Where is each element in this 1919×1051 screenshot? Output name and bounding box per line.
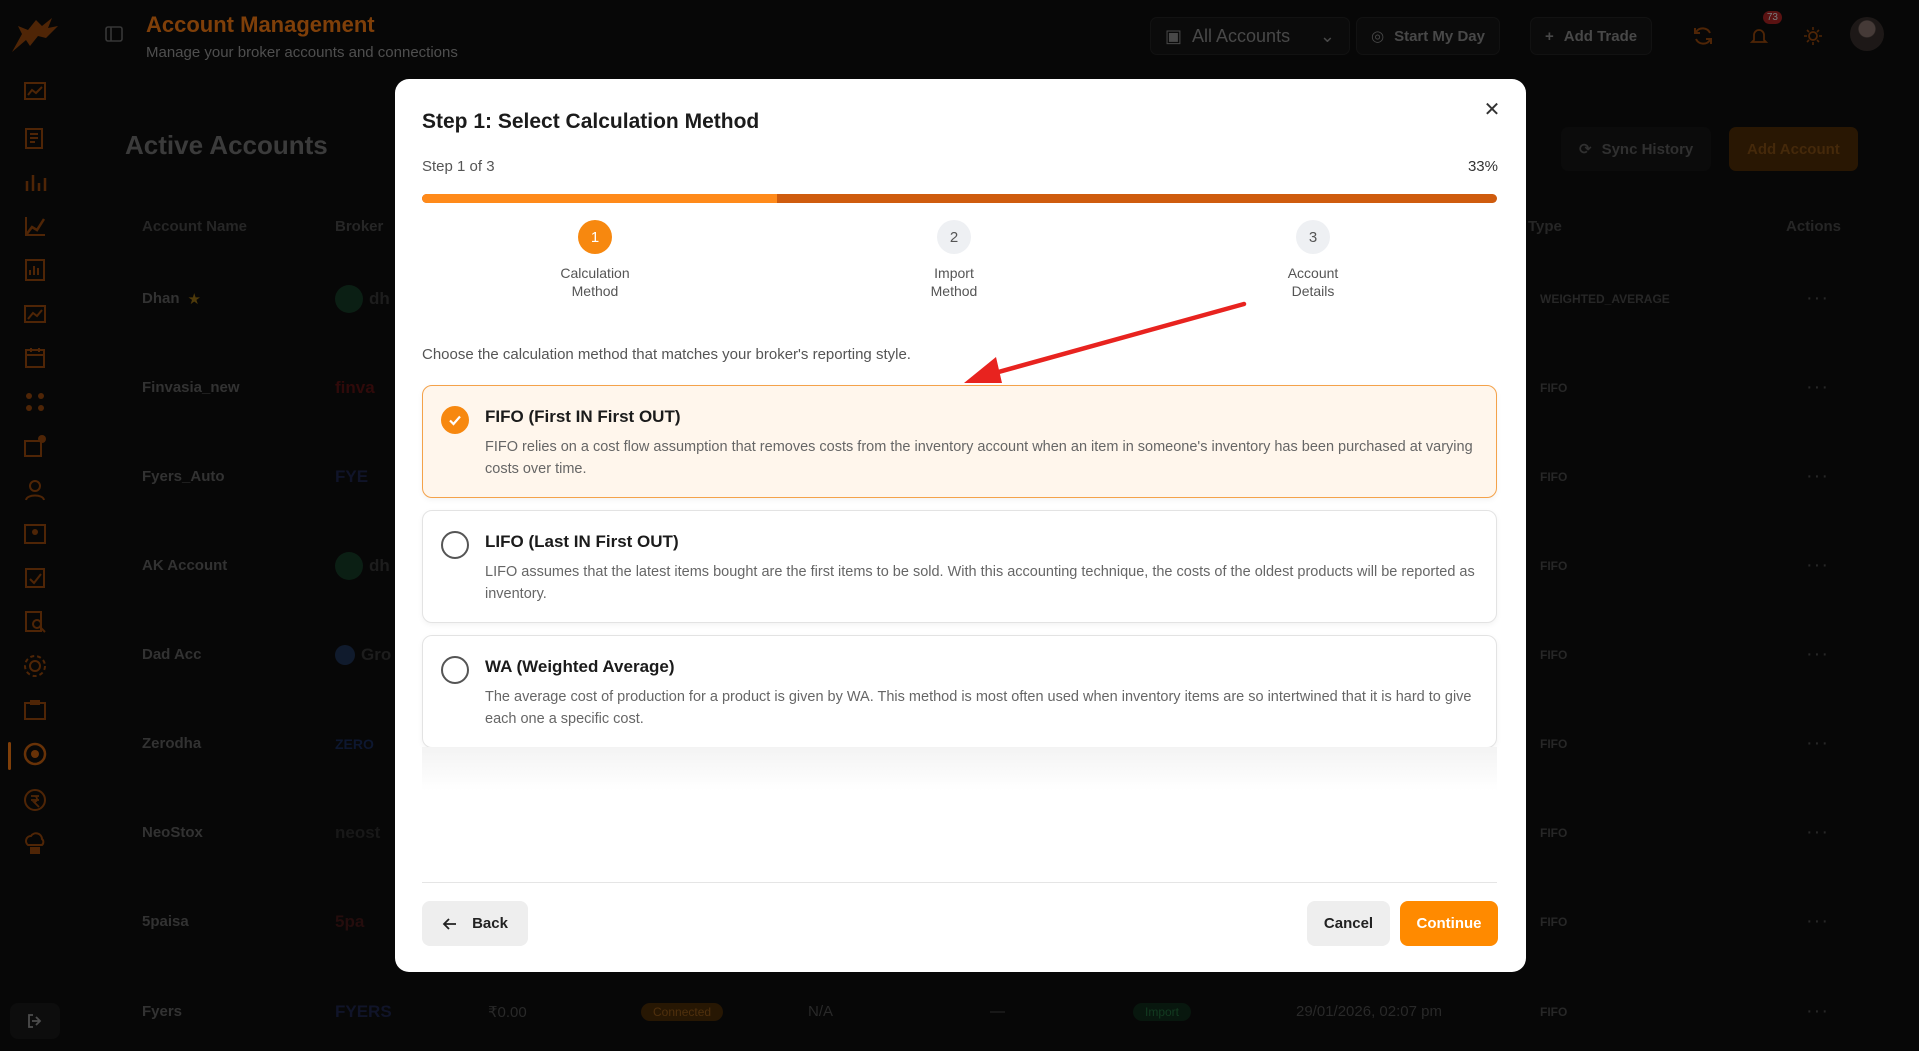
step-2: 2 Import Method xyxy=(884,220,1024,300)
continue-button[interactable]: Continue xyxy=(1400,901,1498,946)
option-description: The average cost of production for a pro… xyxy=(485,689,1472,727)
option-title: WA (Weighted Average) xyxy=(485,657,675,676)
option-title: FIFO (First IN First OUT) xyxy=(485,407,681,426)
option-weighted-average[interactable]: WA (Weighted Average) The average cost o… xyxy=(422,635,1497,748)
step-2-label: Import Method xyxy=(930,265,978,299)
progress-bar xyxy=(422,194,1497,203)
step-3: 3 Account Details xyxy=(1243,220,1383,300)
wa-radio[interactable] xyxy=(441,656,469,684)
progress-percent: 33% xyxy=(1467,158,1498,175)
step-2-number: 2 xyxy=(937,220,971,254)
progress-fill xyxy=(422,194,777,203)
cancel-button[interactable]: Cancel xyxy=(1307,901,1390,946)
footer-divider xyxy=(422,882,1497,883)
step-1-number: 1 xyxy=(578,220,612,254)
option-title: LIFO (Last IN First OUT) xyxy=(485,532,679,551)
arrow-left-icon xyxy=(442,917,457,930)
option-description: FIFO relies on a cost flow assumption th… xyxy=(485,439,1473,477)
step-1-label: Calculation Method xyxy=(560,265,630,299)
step-3-label: Account Details xyxy=(1287,265,1339,299)
close-icon: ✕ xyxy=(1483,98,1501,121)
scroll-fade xyxy=(422,747,1497,791)
step-3-number: 3 xyxy=(1296,220,1330,254)
fifo-radio[interactable] xyxy=(441,406,469,434)
step-1: 1 Calculation Method xyxy=(525,220,665,300)
back-button[interactable]: Back xyxy=(422,901,528,946)
option-lifo[interactable]: LIFO (Last IN First OUT) LIFO assumes th… xyxy=(422,510,1497,623)
step-counter: Step 1 of 3 xyxy=(422,158,495,175)
option-description: LIFO assumes that the latest items bough… xyxy=(485,564,1475,602)
modal-title: Step 1: Select Calculation Method xyxy=(422,110,760,133)
option-fifo[interactable]: FIFO (First IN First OUT) FIFO relies on… xyxy=(422,385,1497,498)
calculation-method-modal: Step 1: Select Calculation Method ✕ Step… xyxy=(395,79,1526,972)
close-button[interactable]: ✕ xyxy=(1480,97,1504,121)
instructions-text: Choose the calculation method that match… xyxy=(422,346,911,363)
lifo-radio[interactable] xyxy=(441,531,469,559)
checkmark-icon xyxy=(449,415,461,426)
